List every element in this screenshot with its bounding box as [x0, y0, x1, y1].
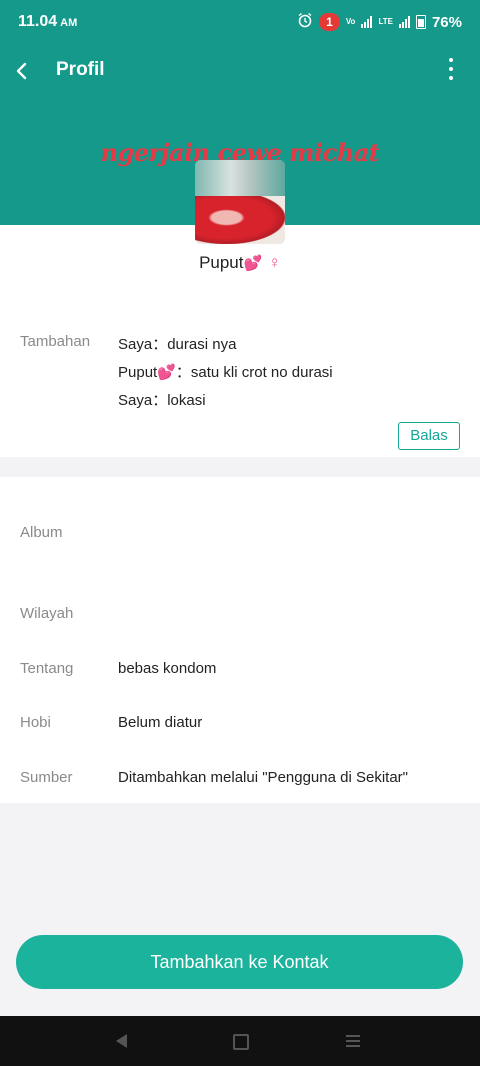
nav-home-icon[interactable]	[233, 1034, 249, 1050]
source-label: Sumber	[20, 769, 73, 786]
add-contact-button[interactable]: Tambahkan ke Kontak	[16, 935, 463, 989]
message-separator: ：	[152, 336, 168, 353]
message-text: durasi nya	[167, 336, 237, 353]
battery-percent: 76%	[431, 13, 462, 31]
album-label: Album	[20, 524, 63, 541]
avatar[interactable]	[195, 160, 285, 244]
nav-recents-icon[interactable]	[346, 1035, 360, 1050]
source-value: Ditambahkan melalui "Pengguna di Sekitar…	[118, 769, 408, 786]
about-value: bebas kondom	[118, 660, 217, 677]
reply-button[interactable]: Balas	[398, 422, 460, 450]
more-options-button[interactable]	[446, 58, 456, 84]
page-title: Profil	[56, 59, 105, 80]
clock-time: 11.04	[18, 13, 58, 30]
message-sender: Puput💕	[118, 364, 176, 381]
about-label: Tentang	[20, 660, 74, 677]
signal-icon	[361, 16, 373, 28]
lte-label: LTE	[378, 17, 393, 26]
message-separator: ：	[152, 392, 168, 409]
battery-icon	[415, 15, 426, 29]
signal-icon-2	[398, 16, 410, 28]
profile-card: Puput💕 ♀ Tambahan Saya：durasi nya Puput💕：…	[0, 225, 480, 457]
back-arrow-icon	[16, 62, 27, 80]
more-vert-icon	[446, 58, 456, 80]
volte-label: Vo	[345, 17, 356, 26]
profile-name-row: Puput💕 ♀	[0, 253, 480, 273]
back-button[interactable]	[8, 54, 42, 88]
message-sender: Saya	[118, 336, 153, 353]
heart-emoji: 💕	[243, 255, 263, 272]
app-bar: Profil	[0, 44, 480, 98]
hobby-label: Hobi	[20, 714, 51, 731]
greeting-message: Saya：lokasi	[118, 389, 206, 410]
message-text: lokasi	[167, 392, 206, 409]
clock-ampm: AM	[60, 17, 78, 29]
female-gender-icon: ♀	[268, 253, 281, 272]
message-sender: Saya	[118, 392, 153, 409]
system-nav-bar	[0, 1016, 480, 1066]
greeting-message: Puput💕：satu kli crot no durasi	[118, 361, 333, 382]
info-card: Album Wilayah Tentang bebas kondom Hobi …	[0, 477, 480, 803]
alarm-icon	[297, 12, 313, 32]
region-label: Wilayah	[20, 605, 74, 622]
status-bar: 11.04 AM 1 Vo LTE 76%	[0, 0, 480, 44]
message-text: satu kli crot no durasi	[190, 364, 333, 381]
message-separator: ：	[175, 364, 191, 381]
nav-back-icon[interactable]	[116, 1034, 127, 1048]
notification-badge: 1	[319, 13, 340, 31]
status-icons: 1 Vo LTE 76%	[297, 12, 462, 32]
greeting-message: Saya：durasi nya	[118, 333, 236, 354]
greeting-label: Tambahan	[20, 333, 91, 350]
status-time: 11.04 AM	[18, 13, 77, 31]
profile-name: Puput	[199, 253, 244, 272]
avatar-photo	[195, 196, 285, 244]
avatar-blurred-area	[195, 160, 285, 196]
hobby-value: Belum diatur	[118, 714, 203, 731]
